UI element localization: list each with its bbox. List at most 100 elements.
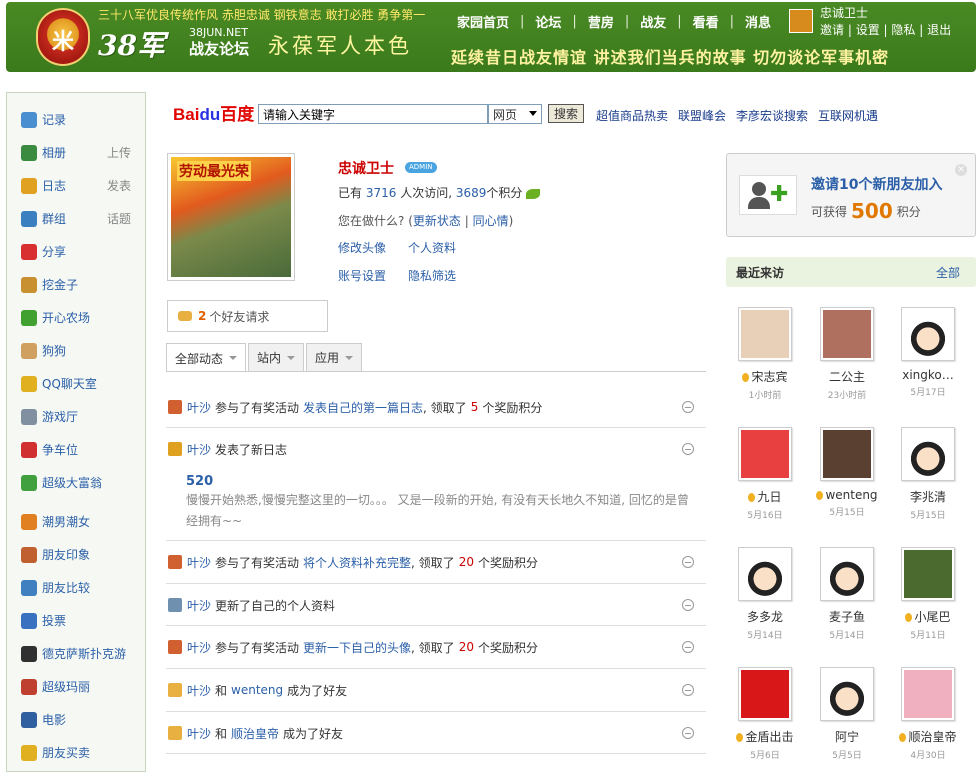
visitor-card[interactable]: 顺治皇帝 4月30日 [892, 667, 964, 761]
sidebar-item[interactable]: 狗狗 [7, 334, 145, 367]
tab-site[interactable]: 站内 [248, 343, 305, 371]
sidebar-item[interactable]: 超级玛丽 [7, 670, 145, 703]
feed-user-link[interactable]: 叶沙 [187, 441, 211, 458]
mood-link[interactable]: 同心情 [473, 214, 509, 228]
sidebar-item[interactable]: 超级大富翁 [7, 466, 145, 499]
search-button[interactable]: 搜索 [548, 104, 584, 123]
feed-target-link[interactable]: wenteng [231, 683, 283, 697]
sidebar-item[interactable]: 朋友印象 [7, 538, 145, 571]
add-friend-icon[interactable]: ✚ [739, 175, 797, 215]
visitor-avatar[interactable] [738, 427, 792, 481]
sidebar-item[interactable]: 游戏厅 [7, 400, 145, 433]
view-all-link[interactable]: 全部 [936, 264, 960, 281]
profile-name[interactable]: 忠诚卫士 [338, 158, 394, 178]
invite-link[interactable]: 邀请 [820, 23, 844, 37]
visitor-avatar[interactable] [820, 307, 874, 361]
visitor-avatar[interactable] [901, 547, 955, 601]
profile-info-link[interactable]: 个人资料 [408, 241, 456, 255]
visitor-name[interactable]: 二公主 [829, 370, 865, 384]
nav-browse[interactable]: 看看 [682, 12, 730, 31]
collapse-icon[interactable] [682, 641, 694, 653]
promo-link[interactable]: 互联网机遇 [818, 109, 878, 123]
user-avatar[interactable] [789, 9, 813, 33]
sidebar-item[interactable]: 挖金子 [7, 268, 145, 301]
visitor-name[interactable]: 宋志宾 [751, 370, 787, 384]
visitor-name[interactable]: 金盾出击 [745, 730, 793, 744]
feed-user-link[interactable]: 叶沙 [187, 597, 211, 614]
blog-title[interactable]: 520 [186, 474, 213, 489]
visitor-card[interactable]: 小尾巴 5月11日 [892, 547, 964, 641]
visitor-name[interactable]: 麦子鱼 [829, 610, 865, 624]
visitor-card[interactable]: 麦子鱼 5月14日 [811, 547, 883, 641]
invite-title[interactable]: 邀请10个新朋友加入 [811, 174, 942, 194]
visitor-name[interactable]: 顺治皇帝 [908, 730, 956, 744]
visitor-avatar[interactable] [738, 667, 792, 721]
nav-home[interactable]: 家园首页 [446, 12, 520, 31]
sidebar-item[interactable]: 朋友买卖 [7, 736, 145, 769]
visitor-name[interactable]: wenteng [825, 488, 877, 502]
feed-user-link[interactable]: 叶沙 [187, 725, 211, 742]
visitor-card[interactable]: 二公主 23小时前 [811, 307, 883, 401]
close-icon[interactable]: ✕ [955, 164, 967, 176]
collapse-icon[interactable] [682, 684, 694, 696]
collapse-icon[interactable] [682, 556, 694, 568]
collapse-icon[interactable] [682, 401, 694, 413]
privacy-link[interactable]: 隐私 [891, 23, 915, 37]
profile-avatar[interactable]: 劳动最光荣 [167, 153, 295, 281]
update-status-link[interactable]: 更新状态 [413, 214, 461, 228]
visitor-name[interactable]: xingko… [902, 368, 954, 382]
visitor-card[interactable]: 李兆清 5月15日 [892, 427, 964, 521]
site-logo-text[interactable]: 38军 [98, 24, 165, 64]
feed-user-link[interactable]: 叶沙 [187, 554, 211, 571]
promo-link[interactable]: 李彦宏谈搜索 [736, 109, 808, 123]
visitor-card[interactable]: 多多龙 5月14日 [729, 547, 801, 641]
visitor-avatar[interactable] [901, 667, 955, 721]
sidebar-item[interactable]: 日志 发表 [7, 169, 145, 202]
visitor-avatar[interactable] [820, 547, 874, 601]
sidebar-item[interactable]: 争车位 [7, 433, 145, 466]
sidebar-item[interactable]: 朋友比较 [7, 571, 145, 604]
nav-comrades[interactable]: 战友 [629, 12, 677, 31]
visitor-avatar[interactable] [901, 307, 955, 361]
collapse-icon[interactable] [682, 599, 694, 611]
account-settings-link[interactable]: 账号设置 [338, 269, 386, 283]
feed-user-link[interactable]: 叶沙 [187, 399, 211, 416]
sidebar-item[interactable]: 开心农场 [7, 301, 145, 334]
sidebar-item[interactable]: 记录 [7, 103, 145, 136]
feed-target-link[interactable]: 更新一下自己的头像 [303, 639, 411, 656]
sidebar-item-action[interactable]: 话题 [107, 210, 131, 227]
visitor-avatar[interactable] [820, 427, 874, 481]
sidebar-item[interactable]: 群组 话题 [7, 202, 145, 235]
sidebar-item[interactable]: 电影 [7, 703, 145, 736]
visitor-avatar[interactable] [738, 307, 792, 361]
visitor-avatar[interactable] [901, 427, 955, 481]
sidebar-item-action[interactable]: 上传 [107, 144, 131, 161]
army-emblem-logo[interactable]: 米 [36, 8, 90, 66]
visitor-card[interactable]: 九日 5月16日 [729, 427, 801, 521]
sidebar-item[interactable]: 德克萨斯扑克游 [7, 637, 145, 670]
sidebar-item[interactable]: 投票 [7, 604, 145, 637]
sidebar-item[interactable]: 相册 上传 [7, 136, 145, 169]
current-user-name[interactable]: 忠诚卫士 [820, 4, 868, 21]
promo-link[interactable]: 超值商品热卖 [596, 109, 668, 123]
visitor-name[interactable]: 多多龙 [747, 610, 783, 624]
visitor-card[interactable]: 金盾出击 5月6日 [729, 667, 801, 761]
tab-apps[interactable]: 应用 [306, 343, 363, 371]
nav-barracks[interactable]: 营房 [577, 12, 625, 31]
search-input[interactable] [258, 104, 488, 124]
tab-all-activity[interactable]: 全部动态 [166, 343, 247, 372]
visitor-avatar[interactable] [820, 667, 874, 721]
visitor-card[interactable]: xingko… 5月17日 [892, 307, 964, 398]
collapse-icon[interactable] [682, 727, 694, 739]
visitor-avatar[interactable] [738, 547, 792, 601]
sidebar-item-action[interactable]: 发表 [107, 177, 131, 194]
nav-forum[interactable]: 论坛 [524, 12, 572, 31]
visitor-card[interactable]: 宋志宾 1小时前 [729, 307, 801, 401]
privacy-filter-link[interactable]: 隐私筛选 [408, 269, 456, 283]
sidebar-item[interactable]: 潮男潮女 [7, 505, 145, 538]
logout-link[interactable]: 退出 [927, 23, 951, 37]
visitor-card[interactable]: 阿宁 5月5日 [811, 667, 883, 761]
visitor-name[interactable]: 小尾巴 [914, 610, 950, 624]
visitor-name[interactable]: 李兆清 [910, 490, 946, 504]
collapse-icon[interactable] [682, 443, 694, 455]
